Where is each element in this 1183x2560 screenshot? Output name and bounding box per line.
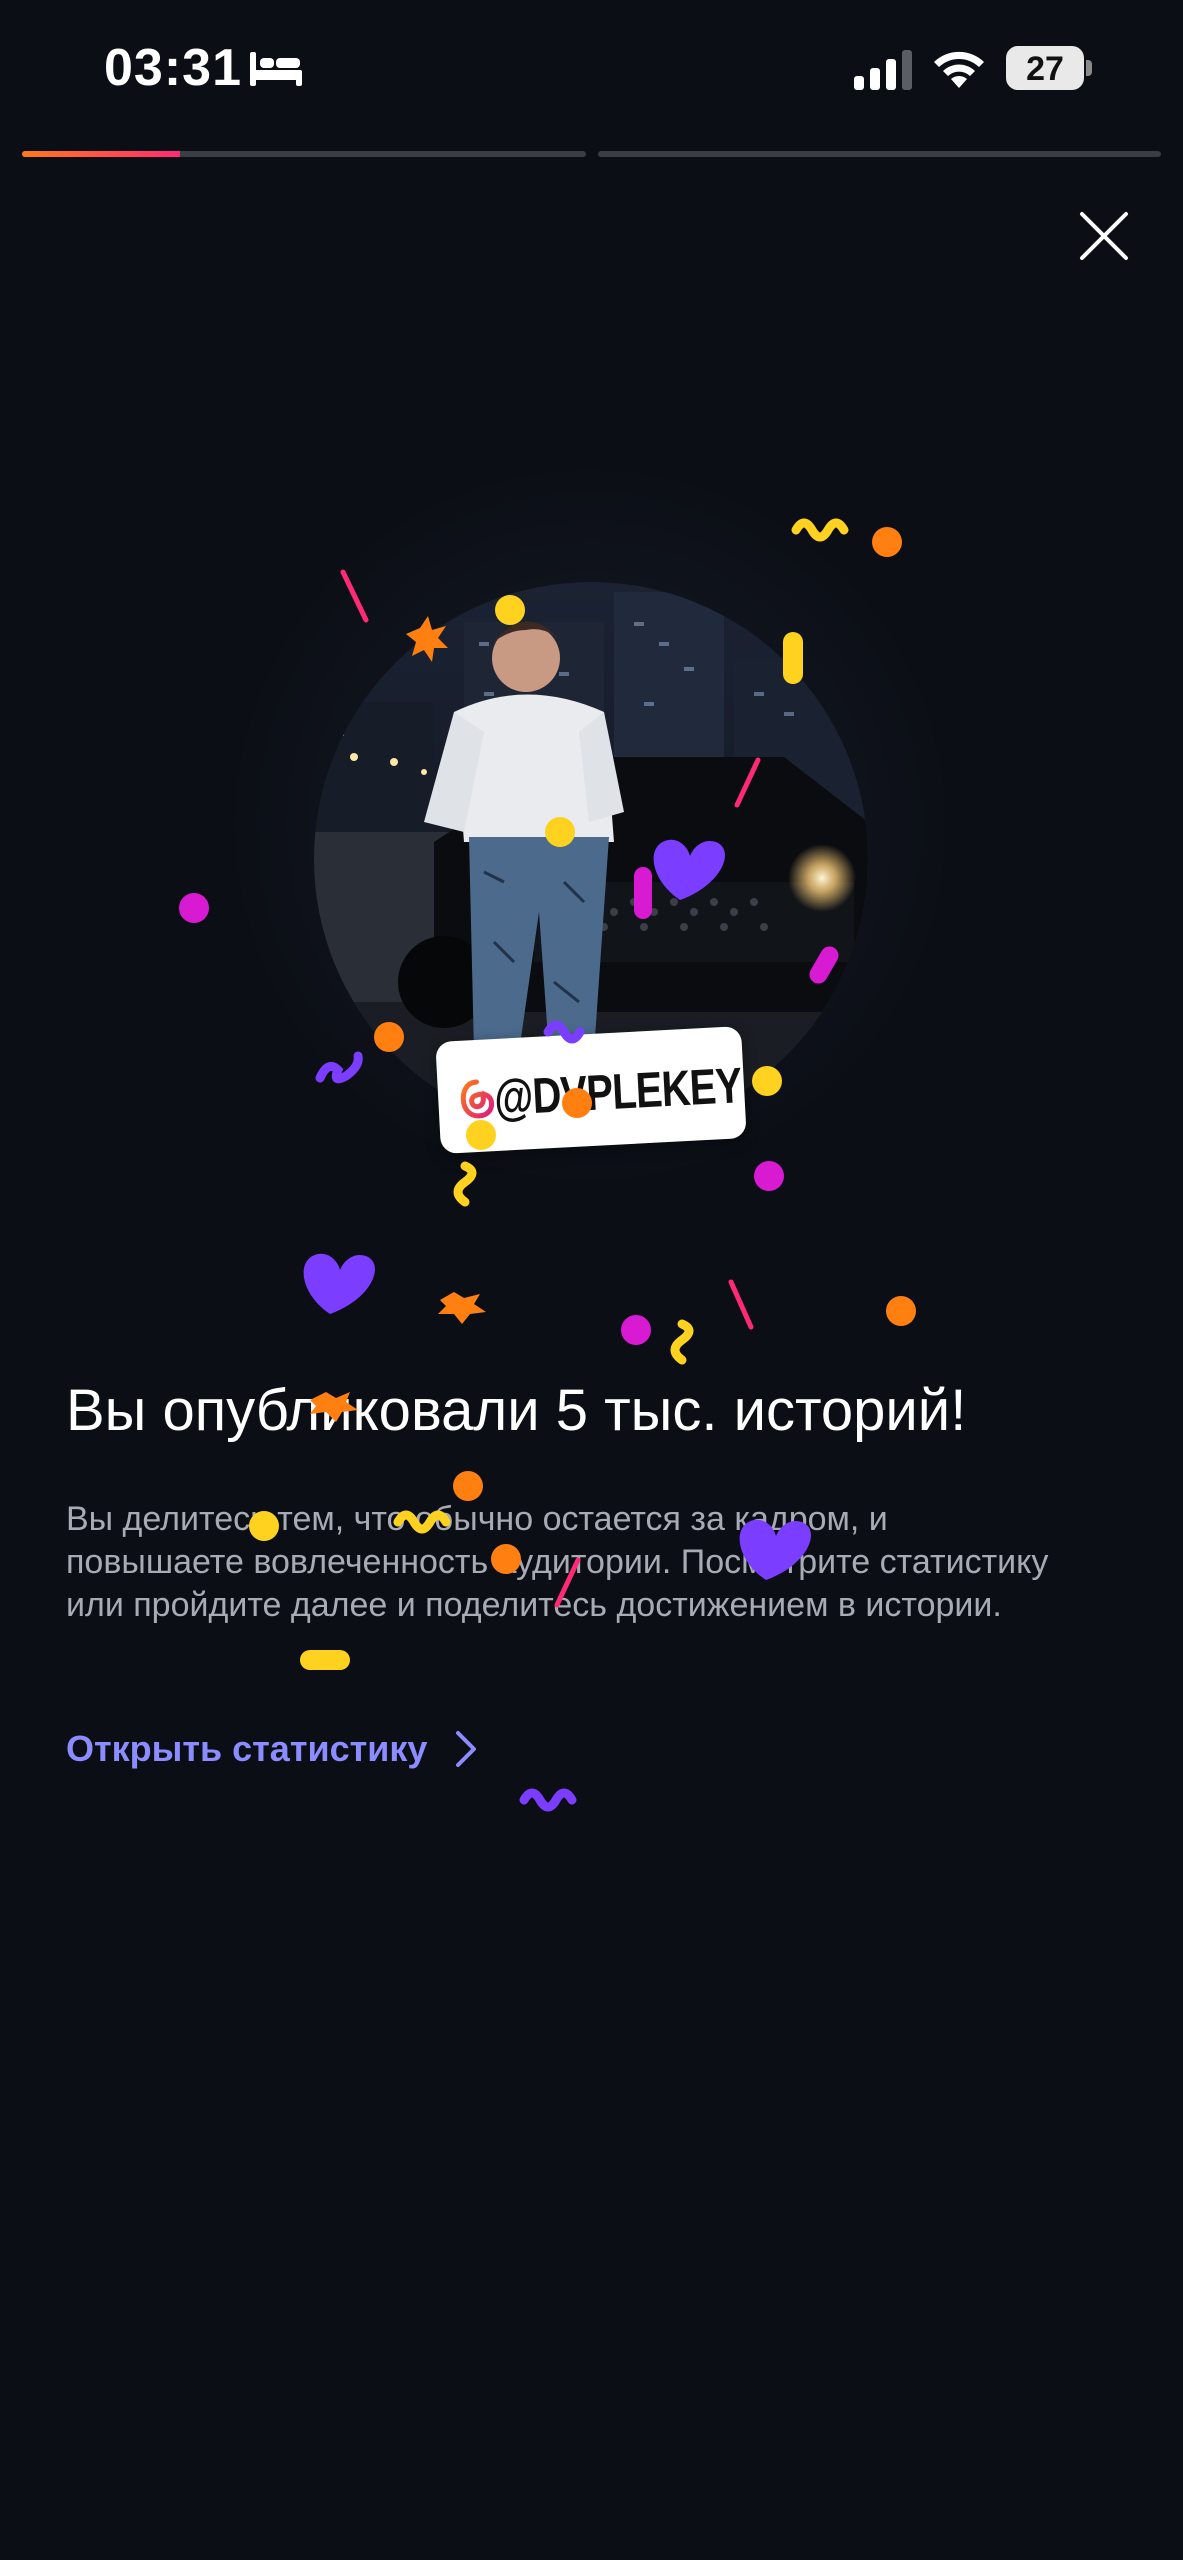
bed-icon xyxy=(250,52,302,86)
story-progress-segment xyxy=(598,151,1161,157)
confetti-decoration xyxy=(179,518,916,1812)
threads-icon xyxy=(460,1079,495,1119)
username-label: @DVPLEKEY xyxy=(492,1057,743,1127)
cellular-signal-icon xyxy=(854,50,912,90)
story-progress-segment xyxy=(22,151,586,157)
battery-icon: 27 xyxy=(1006,46,1092,90)
open-statistics-label: Открыть статистику xyxy=(66,1728,428,1769)
username-tag: @DVPLEKEY xyxy=(435,1026,747,1154)
close-icon[interactable] xyxy=(1074,206,1134,266)
chevron-right-icon xyxy=(456,1731,477,1767)
achievement-description: Вы делитесь тем, что обычно остается за … xyxy=(66,1500,1049,1624)
open-statistics-link[interactable]: Открыть статистику xyxy=(66,1722,477,1776)
wifi-icon xyxy=(934,51,984,88)
status-bar: 03:31 27 xyxy=(0,0,1183,140)
achievement-headline: Вы опубликовали 5 тыс. историй! xyxy=(66,1378,967,1443)
status-time: 03:31 xyxy=(104,39,242,97)
battery-level: 27 xyxy=(1026,50,1064,88)
story-progress-fill xyxy=(22,151,180,157)
